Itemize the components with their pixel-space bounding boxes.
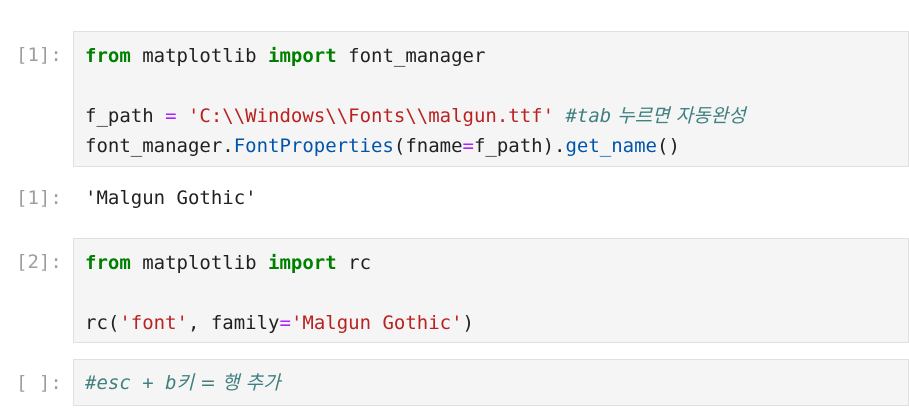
string-literal: 'C:\\Windows\\Fonts\\malgun.ttf'	[187, 105, 555, 127]
function-name: FontProperties	[233, 135, 394, 157]
comment-korean: 키 = 행 추가	[176, 372, 281, 394]
string-literal: 'font'	[119, 312, 188, 334]
string-literal: 'Malgun Gothic'	[290, 312, 463, 334]
module-name: matplotlib	[130, 45, 269, 67]
module-name: matplotlib	[130, 252, 269, 274]
operator: =	[279, 312, 291, 334]
keyword-import: import	[268, 252, 337, 274]
operator: =	[165, 105, 177, 127]
input-prompt: [2]:	[16, 251, 62, 273]
comment: #tab	[565, 105, 612, 127]
output-prompt: [1]:	[16, 187, 62, 209]
function-call: rc(	[85, 312, 120, 334]
keyword-import: import	[268, 45, 337, 67]
method-name: get_name	[565, 135, 657, 157]
keyword-from: from	[85, 45, 131, 67]
cell-output: 'Malgun Gothic'	[85, 187, 257, 209]
code-line: f_path = 'C:\\Windows\\Fonts\\malgun.ttf…	[85, 101, 746, 131]
comment-korean: 누르면 자동완성	[611, 105, 746, 127]
argument: (fname	[393, 135, 463, 157]
code-editor[interactable]: from matplotlib import rc rc('font', fam…	[73, 238, 909, 343]
code-line: from matplotlib import rc	[85, 248, 371, 278]
parens: )	[462, 312, 474, 334]
comment: #esc + b	[85, 372, 177, 394]
variable: f_path	[85, 105, 166, 127]
code-line: rc('font', family='Malgun Gothic')	[85, 308, 474, 338]
input-prompt: [ ]:	[16, 372, 62, 394]
import-name: font_manager	[336, 45, 486, 67]
argument: , family	[187, 312, 280, 334]
import-name: rc	[336, 252, 372, 274]
code-editor[interactable]: #esc + b키 = 행 추가	[73, 359, 909, 406]
keyword-from: from	[85, 252, 131, 274]
input-prompt: [1]:	[16, 44, 62, 66]
object-name: font_manager.	[85, 135, 234, 157]
code-line: #esc + b키 = 행 추가	[85, 368, 280, 398]
code-editor[interactable]: from matplotlib import font_manager f_pa…	[73, 31, 909, 167]
parens: ()	[657, 135, 680, 157]
argument: f_path).	[473, 135, 566, 157]
operator: =	[462, 135, 474, 157]
code-line: font_manager.FontProperties(fname=f_path…	[85, 131, 680, 161]
code-line: from matplotlib import font_manager	[85, 41, 485, 71]
